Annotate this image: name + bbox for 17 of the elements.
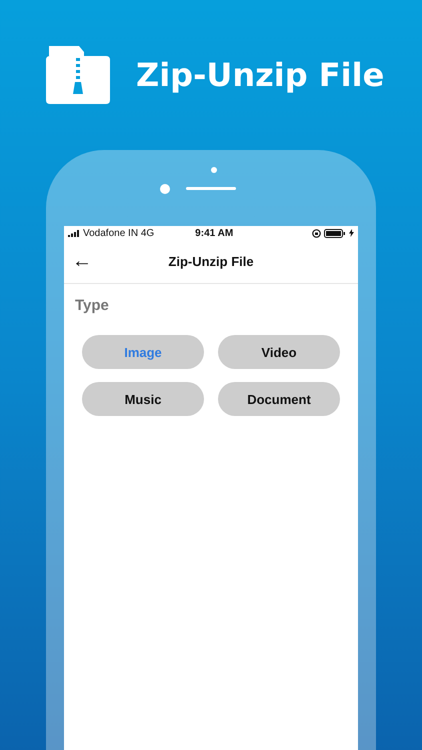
type-chip[interactable]: Music <box>82 382 204 416</box>
charging-icon <box>349 229 354 237</box>
lens-icon <box>160 184 170 194</box>
carrier-label: Vodafone IN 4G <box>83 228 154 238</box>
signal-icon <box>68 230 80 236</box>
camera-icon <box>211 167 217 173</box>
speaker-icon <box>186 187 236 190</box>
section-label: Type <box>75 297 109 314</box>
battery-icon <box>324 228 346 238</box>
back-button[interactable]: ← <box>68 250 96 273</box>
type-chip[interactable]: Document <box>218 382 340 416</box>
zip-folder-icon <box>46 46 110 104</box>
clock-time: 9:41 AM <box>195 228 234 238</box>
app-title: Zip-Unzip File <box>136 56 384 94</box>
rotation-lock-icon <box>312 228 321 238</box>
type-chip[interactable]: Video <box>218 335 340 369</box>
screen-title: Zip-Unzip File <box>168 254 254 269</box>
